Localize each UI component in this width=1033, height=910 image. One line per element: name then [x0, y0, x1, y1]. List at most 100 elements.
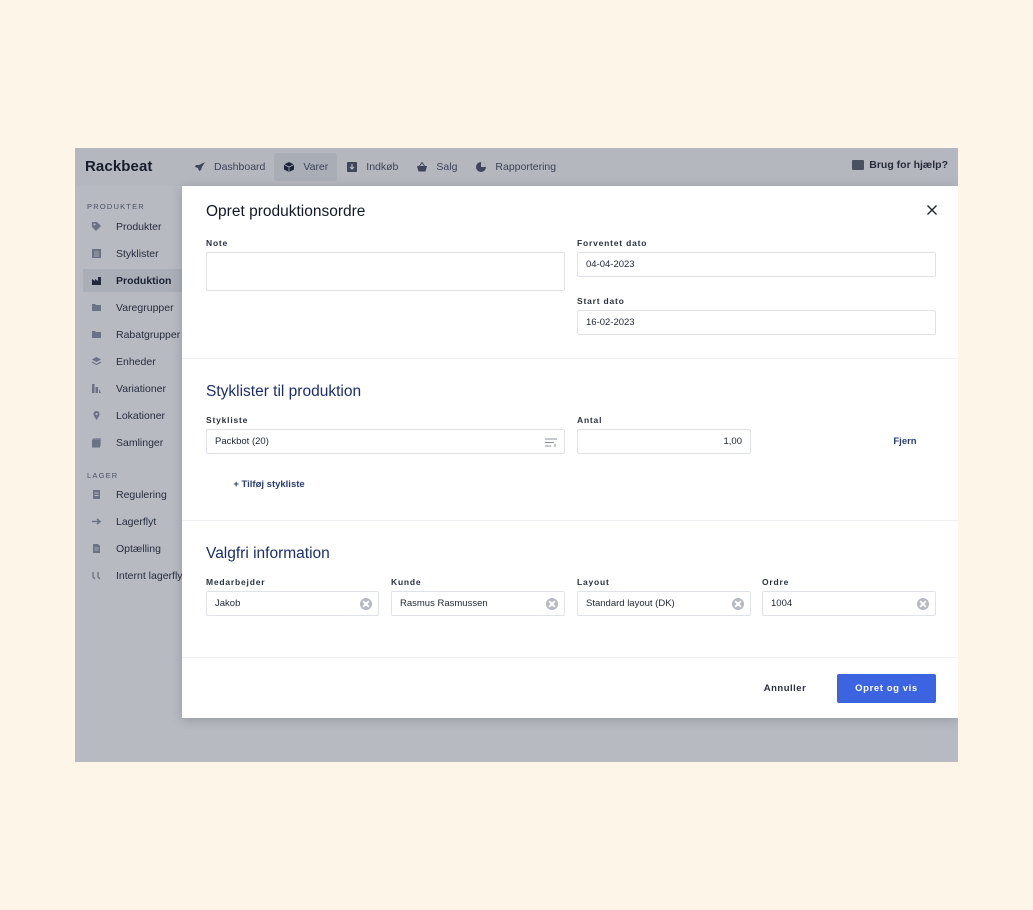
- help-link[interactable]: Brug for hjælp?: [852, 159, 948, 171]
- sidebar-item-label: Varegrupper: [116, 301, 174, 314]
- expected-date-label: Forventet dato: [577, 238, 648, 248]
- layers-icon: [91, 357, 102, 366]
- clear-icon[interactable]: [360, 598, 372, 610]
- nav-item-label: Rapportering: [495, 161, 557, 173]
- sidebar-item-label: Internt lagerflyt: [116, 569, 182, 582]
- sidebar-item-label: Styklister: [116, 247, 159, 260]
- layout-label: Layout: [577, 577, 610, 587]
- sidebar-item-variationer[interactable]: Variationer: [83, 377, 182, 400]
- nav-item-label: Varer: [303, 161, 329, 173]
- sidebar-item-label: Variationer: [116, 382, 166, 395]
- divider: [182, 657, 958, 658]
- tag-icon: [92, 222, 101, 231]
- start-date-field[interactable]: 16-02-2023: [577, 310, 936, 335]
- sidebar-item-label: Produktion: [116, 274, 172, 287]
- layout-field[interactable]: Standard layout (DK): [577, 591, 751, 616]
- nav-item-salg[interactable]: Salg: [407, 153, 466, 181]
- layout-value: Standard layout (DK): [586, 598, 675, 609]
- qty-label: Antal: [577, 415, 603, 425]
- create-and-view-button[interactable]: Opret og vis: [837, 674, 936, 703]
- collection-icon: [92, 438, 101, 448]
- clear-icon[interactable]: [546, 598, 558, 610]
- add-bom-button[interactable]: + Tilføj stykliste: [214, 472, 324, 497]
- sidebar-item-label: Regulering: [116, 488, 167, 501]
- start-date-value: 16-02-2023: [586, 317, 635, 328]
- order-field[interactable]: 1004: [762, 591, 936, 616]
- folder-icon: [92, 331, 101, 338]
- order-label: Ordre: [762, 577, 790, 587]
- note-field[interactable]: [206, 252, 565, 291]
- sidebar-item-label: Lokationer: [116, 409, 166, 422]
- sidebar-item-lagerflyt[interactable]: Lagerflyt: [83, 510, 182, 533]
- employee-field[interactable]: Jakob: [206, 591, 379, 616]
- sidebar-item-lokationer[interactable]: Lokationer: [83, 404, 182, 427]
- qty-field[interactable]: 1,00: [577, 429, 751, 454]
- adjust-icon: [93, 490, 100, 499]
- location-pin-icon: [93, 411, 100, 420]
- sidebar-item-rabatgrupper[interactable]: Rabatgrupper: [83, 323, 182, 346]
- bom-label: Stykliste: [206, 415, 249, 425]
- cancel-button[interactable]: Annuller: [752, 674, 818, 703]
- expected-date-value: 04-04-2023: [586, 259, 635, 270]
- sidebar-item-label: Rabatgrupper: [116, 328, 181, 341]
- download-icon: [347, 162, 358, 172]
- sidebar-item-enheder[interactable]: Enheder: [83, 350, 182, 373]
- order-value: 1004: [771, 598, 793, 609]
- employee-label: Medarbejder: [206, 577, 266, 587]
- sidebar-item-label: Optælling: [116, 542, 161, 555]
- sidebar-item-samlinger[interactable]: Samlinger: [83, 431, 182, 454]
- sidebar-item-regulering[interactable]: Regulering: [83, 483, 182, 506]
- start-date-label: Start dato: [577, 296, 625, 306]
- sidebar-item-label: Produkter: [116, 220, 162, 233]
- sidebar-item-label: Lagerflyt: [116, 515, 157, 528]
- sidebar-section-stock: LAGER: [87, 471, 119, 480]
- nav-item-label: Dashboard: [214, 161, 266, 173]
- document-icon: [93, 544, 100, 553]
- bom-section-title: Styklister til produktion: [206, 383, 362, 400]
- arrow-right-icon: [92, 518, 102, 525]
- expected-date-field[interactable]: 04-04-2023: [577, 252, 936, 277]
- sidebar-item-internt-lagerflyt[interactable]: Internt lagerflyt: [83, 564, 182, 587]
- folder-icon: [92, 304, 101, 311]
- sidebar-item-styklister[interactable]: Styklister: [83, 242, 182, 265]
- qty-value: 1,00: [723, 436, 743, 447]
- remove-button[interactable]: Fjern: [882, 429, 928, 454]
- modal-title: Opret produktionsordre: [206, 203, 366, 220]
- clear-icon[interactable]: [917, 598, 929, 610]
- sidebar-item-label: Enheder: [116, 355, 156, 368]
- close-icon[interactable]: [926, 204, 938, 216]
- nav-item-label: Salg: [436, 161, 458, 173]
- box-icon: [284, 162, 295, 172]
- nav-item-indkob[interactable]: Indkøb: [337, 153, 407, 181]
- help-label: Brug for hjælp?: [869, 159, 948, 171]
- employee-value: Jakob: [215, 598, 241, 609]
- divider: [182, 520, 958, 521]
- top-navigation-bar: Rackbeat Dashboard Varer Indkøb Salg Rap…: [75, 148, 958, 186]
- app-logo[interactable]: Rackbeat: [85, 158, 153, 175]
- pie-chart-icon: [476, 162, 487, 172]
- bom-select[interactable]: Packbot (20): [206, 429, 565, 454]
- divider: [182, 358, 958, 359]
- sidebar-item-produkter[interactable]: Produkter: [83, 215, 182, 238]
- nav-item-label: Indkøb: [366, 161, 399, 173]
- rocket-icon: [195, 162, 205, 171]
- sidebar-item-optaelling[interactable]: Optælling: [83, 537, 182, 560]
- sidebar-item-label: Samlinger: [116, 436, 164, 449]
- main-nav: Dashboard Varer Indkøb Salg Rapportering: [185, 153, 565, 181]
- nav-item-rapportering[interactable]: Rapportering: [466, 153, 565, 181]
- variations-icon: [92, 384, 101, 393]
- clear-icon[interactable]: [732, 598, 744, 610]
- sidebar-item-produktion[interactable]: Produktion: [83, 269, 182, 292]
- nav-item-dashboard[interactable]: Dashboard: [185, 153, 274, 181]
- list-icon: [92, 249, 101, 258]
- customer-field[interactable]: Rasmus Rasmussen: [391, 591, 565, 616]
- optional-section-title: Valgfri information: [206, 545, 330, 562]
- sidebar: PRODUKTER Produkter Styklister Produktio…: [75, 186, 182, 762]
- app-window: Rackbeat Dashboard Varer Indkøb Salg Rap…: [75, 148, 958, 762]
- nav-item-varer[interactable]: Varer: [274, 153, 338, 181]
- list-select-icon: [545, 438, 557, 447]
- sidebar-item-varegrupper[interactable]: Varegrupper: [83, 296, 182, 319]
- customer-value: Rasmus Rasmussen: [400, 598, 488, 609]
- bom-value: Packbot (20): [215, 436, 269, 447]
- customer-label: Kunde: [391, 577, 422, 587]
